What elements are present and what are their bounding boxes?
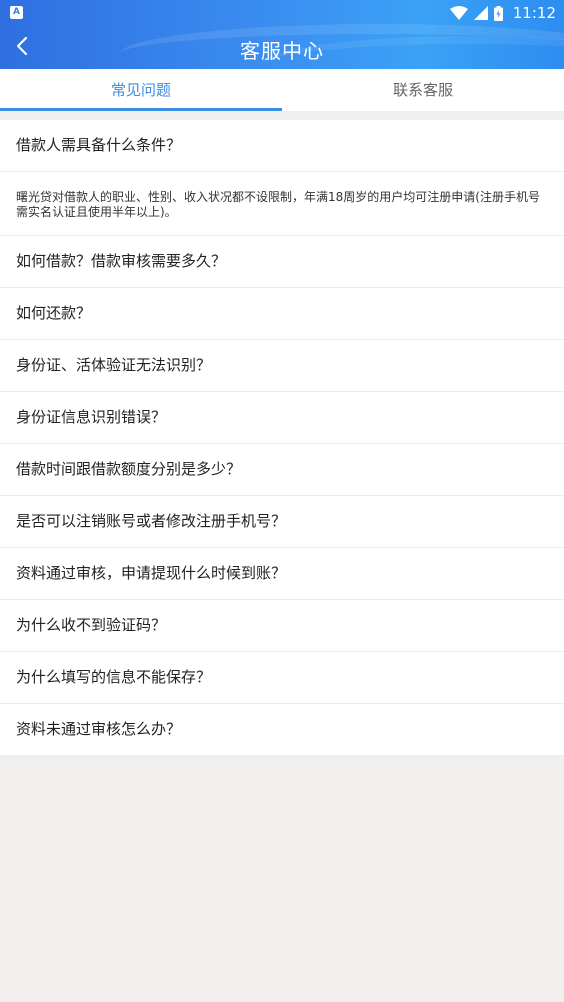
app-screen: A 11:12 客服中心 常见问题 联系客服 借款人需具备什么条件？ 曙光贷对借…	[0, 0, 564, 1002]
faq-item[interactable]: 如何还款？	[0, 288, 564, 340]
faq-question: 为什么填写的信息不能保存？	[16, 668, 212, 686]
faq-question: 如何还款？	[16, 304, 92, 322]
faq-question: 为什么收不到验证码？	[16, 616, 167, 634]
faq-question: 借款人需具备什么条件？	[16, 136, 182, 154]
faq-question: 资料未通过审核怎么办？	[16, 720, 182, 738]
faq-answer: 曙光贷对借款人的职业、性别、收入状况都不设限制，年满18周岁的用户均可注册申请(…	[0, 172, 564, 236]
faq-item[interactable]: 为什么填写的信息不能保存？	[0, 652, 564, 704]
faq-item[interactable]: 为什么收不到验证码？	[0, 600, 564, 652]
tab-contact-service[interactable]: 联系客服	[282, 69, 564, 111]
faq-item[interactable]: 借款人需具备什么条件？	[0, 120, 564, 172]
faq-item[interactable]: 是否可以注销账号或者修改注册手机号？	[0, 496, 564, 548]
tab-faq[interactable]: 常见问题	[0, 69, 282, 111]
top-bar: A 11:12 客服中心	[0, 0, 564, 69]
status-bar: A 11:12	[0, 0, 564, 26]
page-title: 客服中心	[240, 39, 324, 63]
faq-question: 资料通过审核，申请提现什么时候到账？	[16, 564, 287, 582]
tab-bar: 常见问题 联系客服	[0, 69, 564, 111]
faq-item[interactable]: 资料通过审核，申请提现什么时候到账？	[0, 548, 564, 600]
status-time: 11:12	[512, 4, 556, 22]
app-header: 客服中心	[0, 26, 564, 69]
faq-list: 借款人需具备什么条件？ 曙光贷对借款人的职业、性别、收入状况都不设限制，年满18…	[0, 120, 564, 755]
signal-icon	[473, 6, 488, 20]
faq-question: 身份证信息识别错误？	[16, 408, 167, 426]
faq-question: 身份证、活体验证无法识别？	[16, 356, 212, 374]
status-right-group: 11:12	[449, 3, 556, 23]
faq-item[interactable]: 身份证信息识别错误？	[0, 392, 564, 444]
faq-question: 借款时间跟借款额度分别是多少？	[16, 460, 242, 478]
faq-item[interactable]: 身份证、活体验证无法识别？	[0, 340, 564, 392]
faq-item[interactable]: 如何借款？借款审核需要多久？	[0, 236, 564, 288]
faq-item[interactable]: 借款时间跟借款额度分别是多少？	[0, 444, 564, 496]
battery-icon	[493, 5, 503, 21]
notification-icon: A	[10, 6, 23, 19]
wifi-icon	[449, 6, 468, 20]
faq-answer-text: 曙光贷对借款人的职业、性别、收入状况都不设限制，年满18周岁的用户均可注册申请(…	[16, 190, 540, 219]
faq-question: 是否可以注销账号或者修改注册手机号？	[16, 512, 287, 530]
faq-item[interactable]: 资料未通过审核怎么办？	[0, 704, 564, 755]
faq-question: 如何借款？借款审核需要多久？	[16, 252, 227, 270]
